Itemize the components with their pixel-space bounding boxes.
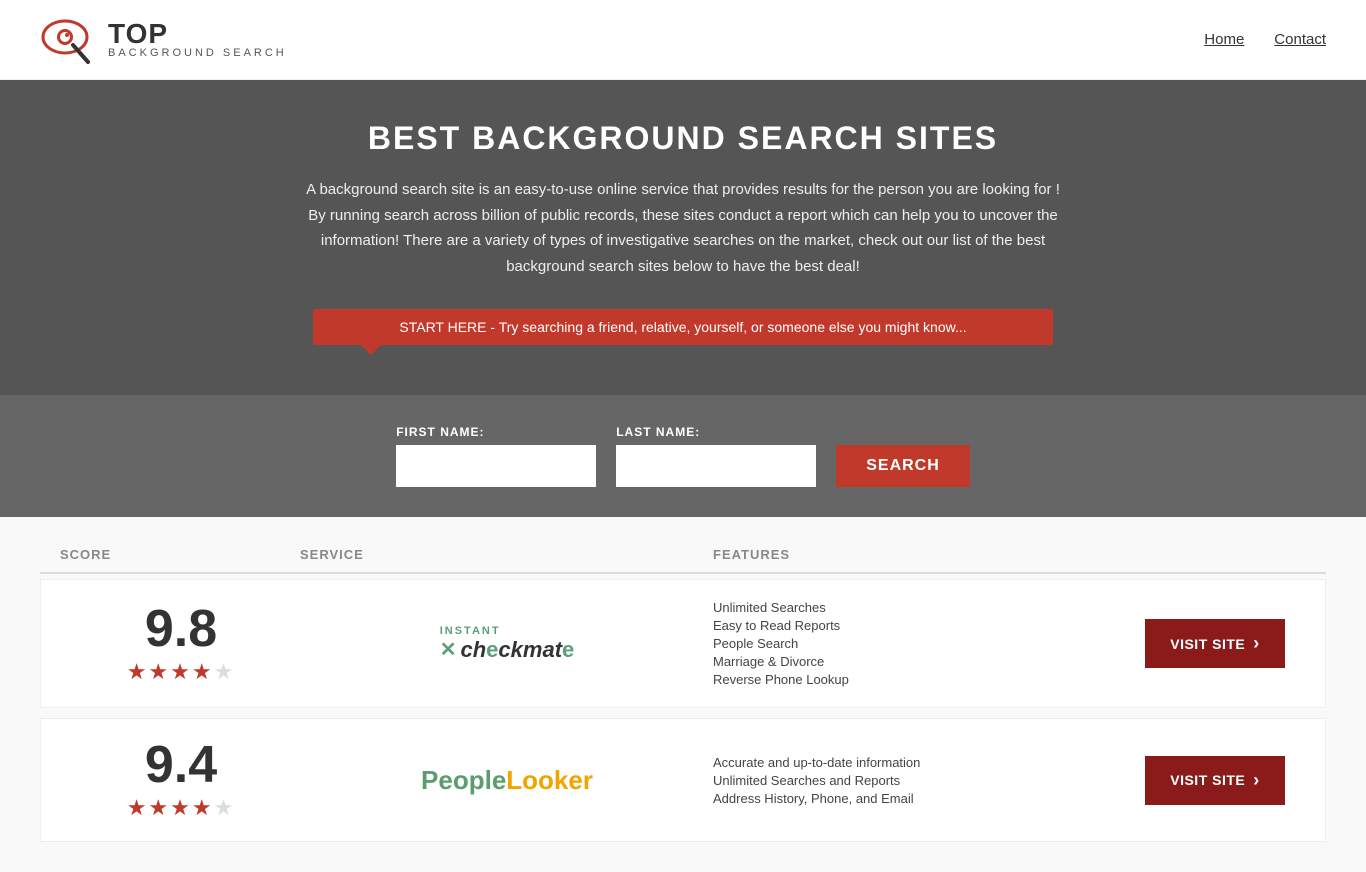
nav-links: Home Contact: [1204, 31, 1326, 48]
logo-icon: [40, 12, 100, 67]
feature-2-2: Unlimited Searches and Reports: [713, 773, 1125, 788]
first-name-label: FIRST NAME:: [396, 425, 596, 439]
hero-description: A background search site is an easy-to-u…: [303, 177, 1063, 279]
header-features: FEATURES: [713, 547, 1126, 562]
features-cell-1: Unlimited Searches Easy to Read Reports …: [713, 600, 1125, 687]
logo: TOP BACKGROUND SEARCH: [40, 12, 287, 67]
peoplelooker-logo: PeopleLooker: [421, 765, 593, 796]
feature-1-1: Unlimited Searches: [713, 600, 1125, 615]
feature-2-1: Accurate and up-to-date information: [713, 755, 1125, 770]
nav-contact-link[interactable]: Contact: [1274, 31, 1326, 48]
header-service: SERVICE: [300, 547, 713, 562]
score-number-2: 9.4: [61, 739, 301, 791]
feature-2-3: Address History, Phone, and Email: [713, 791, 1125, 806]
stars-1: ★★★★★: [61, 659, 301, 685]
features-cell-2: Accurate and up-to-date information Unli…: [713, 755, 1125, 806]
search-button[interactable]: SEARCH: [836, 445, 970, 487]
hero-section: BEST BACKGROUND SEARCH SITES A backgroun…: [0, 80, 1366, 395]
first-name-group: FIRST NAME:: [396, 425, 596, 487]
visit-cell-1: VISIT SITE ›: [1125, 619, 1305, 668]
feature-1-2: Easy to Read Reports: [713, 618, 1125, 633]
visit-site-label-2: VISIT SITE: [1170, 772, 1245, 788]
visit-site-label-1: VISIT SITE: [1170, 636, 1245, 652]
score-cell-2: 9.4 ★★★★★: [61, 739, 301, 821]
results-table: SCORE SERVICE FEATURES 9.8 ★★★★★ INSTANT…: [0, 517, 1366, 872]
search-banner: START HERE - Try searching a friend, rel…: [313, 309, 1053, 345]
header-score: SCORE: [60, 547, 300, 562]
last-name-input[interactable]: [616, 445, 816, 487]
logo-text: TOP BACKGROUND SEARCH: [108, 20, 287, 59]
instantcheckmate-logo: INSTANT ✕ checkmate: [440, 625, 575, 663]
score-cell-1: 9.8 ★★★★★: [61, 603, 301, 685]
first-name-input[interactable]: [396, 445, 596, 487]
arrow-icon-1: ›: [1253, 633, 1260, 654]
service-cell-1: INSTANT ✕ checkmate: [301, 625, 713, 663]
last-name-label: LAST NAME:: [616, 425, 816, 439]
table-header: SCORE SERVICE FEATURES: [40, 537, 1326, 574]
search-button-label: SEARCH: [866, 457, 940, 475]
feature-1-5: Reverse Phone Lookup: [713, 672, 1125, 687]
feature-1-4: Marriage & Divorce: [713, 654, 1125, 669]
logo-top-text: TOP: [108, 20, 287, 48]
visit-site-button-2[interactable]: VISIT SITE ›: [1145, 756, 1285, 805]
navbar: TOP BACKGROUND SEARCH Home Contact: [0, 0, 1366, 80]
header-action: [1126, 547, 1306, 562]
logo-bottom-text: BACKGROUND SEARCH: [108, 48, 287, 59]
search-banner-text: START HERE - Try searching a friend, rel…: [399, 319, 966, 335]
last-name-group: LAST NAME:: [616, 425, 816, 487]
score-number-1: 9.8: [61, 603, 301, 655]
table-row: 9.8 ★★★★★ INSTANT ✕ checkmate Unlimited …: [40, 579, 1326, 708]
stars-2: ★★★★★: [61, 795, 301, 821]
service-cell-2: PeopleLooker: [301, 765, 713, 796]
visit-site-button-1[interactable]: VISIT SITE ›: [1145, 619, 1285, 668]
nav-home-link[interactable]: Home: [1204, 31, 1244, 48]
feature-1-3: People Search: [713, 636, 1125, 651]
visit-cell-2: VISIT SITE ›: [1125, 756, 1305, 805]
search-form-area: FIRST NAME: LAST NAME: SEARCH: [0, 395, 1366, 517]
arrow-icon-2: ›: [1253, 770, 1260, 791]
hero-title: BEST BACKGROUND SEARCH SITES: [20, 120, 1346, 157]
table-row: 9.4 ★★★★★ PeopleLooker Accurate and up-t…: [40, 718, 1326, 842]
